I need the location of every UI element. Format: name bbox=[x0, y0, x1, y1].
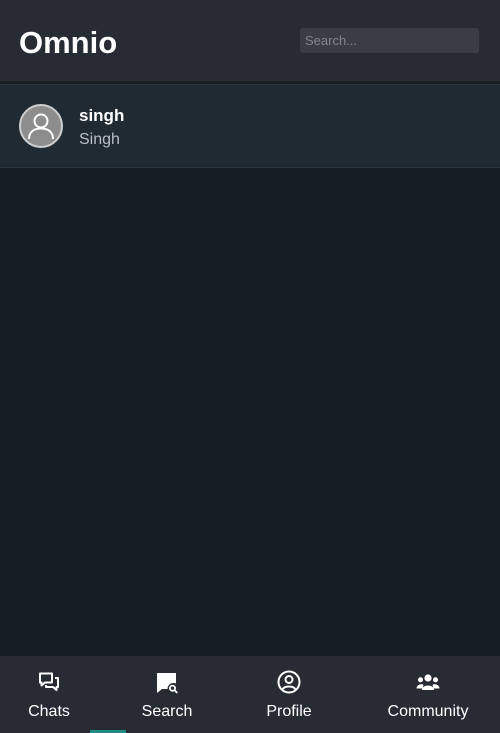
nav-label-community: Community bbox=[387, 703, 469, 720]
chats-icon bbox=[39, 672, 59, 691]
users-icon bbox=[416, 674, 440, 690]
chat-subtitle: Singh bbox=[79, 131, 120, 148]
user-icon bbox=[28, 113, 54, 140]
search-input[interactable] bbox=[300, 28, 479, 53]
nav-item-chats[interactable]: Chats bbox=[0, 656, 98, 733]
chat-list-item[interactable]: singh Singh bbox=[0, 84, 500, 168]
nav-label-profile: Profile bbox=[266, 703, 312, 720]
nav-label-search: Search bbox=[141, 703, 193, 720]
user-circle-icon bbox=[277, 670, 301, 694]
app-window: Omnio singh Singh Chats Searc bbox=[0, 0, 500, 733]
app-header: Omnio bbox=[0, 0, 500, 82]
chat-name: singh bbox=[79, 106, 125, 125]
bottom-nav: Chats Search Profile Community bbox=[0, 656, 500, 733]
nav-item-profile[interactable]: Profile bbox=[240, 656, 338, 733]
nav-label-chats: Chats bbox=[28, 703, 70, 720]
nav-item-community[interactable]: Community bbox=[378, 656, 478, 733]
app-title: Omnio bbox=[19, 25, 118, 60]
message-search-icon bbox=[157, 673, 178, 694]
nav-item-search[interactable]: Search bbox=[118, 656, 216, 733]
avatar bbox=[19, 104, 63, 148]
